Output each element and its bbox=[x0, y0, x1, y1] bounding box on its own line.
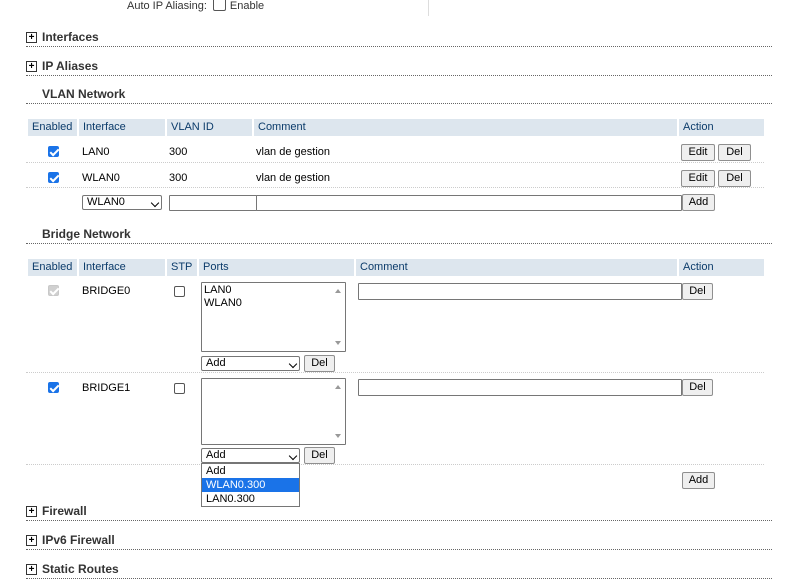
port-del-button[interactable]: Del bbox=[304, 447, 335, 464]
row-divider bbox=[26, 162, 764, 163]
expand-plus-icon[interactable]: + bbox=[26, 564, 37, 575]
dropdown-option[interactable]: Add bbox=[202, 464, 299, 478]
section-title[interactable]: Firewall bbox=[42, 504, 87, 518]
ports-listbox[interactable] bbox=[201, 378, 346, 445]
vlan-header-vlan-id: VLAN ID bbox=[167, 119, 252, 136]
section-title[interactable]: IP Aliases bbox=[42, 59, 98, 73]
section-ip-aliases[interactable]: + IP Aliases bbox=[26, 59, 772, 76]
vlan-interface-select[interactable]: WLAN0 bbox=[82, 195, 162, 210]
port-del-button[interactable]: Del bbox=[304, 355, 335, 372]
bridge-del-button[interactable]: Del bbox=[682, 283, 713, 300]
auto-ip-aliasing-enable-label: Enable bbox=[229, 0, 265, 12]
expand-plus-icon[interactable]: + bbox=[26, 506, 37, 517]
bridge-header-interface: Interface bbox=[79, 259, 165, 276]
vlan-add-button[interactable]: Add bbox=[682, 194, 715, 211]
auto-ip-aliasing: Auto IP Aliasing: Enable bbox=[127, 0, 264, 12]
row-divider bbox=[26, 372, 764, 373]
vlan-id: 300 bbox=[169, 172, 188, 184]
auto-ip-aliasing-row: Auto IP Aliasing: Enable bbox=[0, 0, 805, 16]
chevron-down-icon bbox=[288, 451, 298, 461]
scroll-up-icon[interactable] bbox=[335, 385, 341, 389]
select-value: Add bbox=[206, 357, 226, 369]
select-value: Add bbox=[206, 449, 226, 461]
auto-ip-aliasing-checkbox[interactable] bbox=[212, 0, 226, 11]
section-interfaces[interactable]: + Interfaces bbox=[26, 30, 772, 47]
vlan-header-action: Action bbox=[679, 119, 764, 136]
vlan-id: 300 bbox=[169, 146, 188, 158]
scroll-down-icon[interactable] bbox=[335, 434, 341, 438]
bridge-enabled-checkbox[interactable] bbox=[48, 382, 59, 393]
bridge-header-action: Action bbox=[679, 259, 764, 276]
port-option[interactable]: WLAN0 bbox=[204, 297, 242, 309]
vlan-enabled-checkbox[interactable] bbox=[48, 172, 59, 183]
section-firewall[interactable]: + Firewall bbox=[26, 504, 772, 521]
chevron-down-icon bbox=[288, 359, 298, 369]
vlan-comment-input[interactable] bbox=[256, 195, 682, 211]
ports-add-select[interactable]: Add bbox=[201, 448, 300, 463]
section-vlan-network: VLAN Network bbox=[26, 87, 772, 104]
edit-button[interactable]: Edit bbox=[681, 144, 715, 161]
bridge-interface: BRIDGE1 bbox=[82, 382, 131, 394]
vlan-id-input[interactable] bbox=[169, 195, 257, 211]
bridge-add-button[interactable]: Add bbox=[682, 472, 715, 489]
row-divider bbox=[26, 187, 764, 188]
del-button[interactable]: Del bbox=[718, 144, 751, 161]
auto-ip-aliasing-label: Auto IP Aliasing: bbox=[127, 0, 207, 12]
section-title[interactable]: Interfaces bbox=[42, 30, 99, 44]
scroll-down-icon[interactable] bbox=[335, 341, 341, 345]
ports-add-select[interactable]: Add bbox=[201, 356, 300, 371]
section-static-routes[interactable]: + Static Routes bbox=[26, 562, 772, 579]
scroll-up-icon[interactable] bbox=[335, 289, 341, 293]
vlan-comment: vlan de gestion bbox=[256, 172, 330, 184]
expand-plus-icon[interactable]: + bbox=[26, 535, 37, 546]
section-title: Bridge Network bbox=[42, 227, 131, 241]
bridge-comment-input[interactable] bbox=[358, 283, 682, 300]
dropdown-option-selected[interactable]: WLAN0.300 bbox=[202, 478, 299, 492]
vlan-interface: WLAN0 bbox=[82, 172, 120, 184]
vlan-header-comment: Comment bbox=[254, 119, 677, 136]
ports-listbox[interactable]: LAN0 WLAN0 bbox=[201, 282, 346, 352]
section-title: VLAN Network bbox=[42, 87, 126, 101]
vlan-header-interface: Interface bbox=[79, 119, 165, 136]
bridge-header-comment: Comment bbox=[356, 259, 677, 276]
select-value: WLAN0 bbox=[87, 196, 125, 208]
bridge-comment-input[interactable] bbox=[358, 379, 682, 396]
row-divider bbox=[26, 464, 764, 465]
vlan-header-enabled: Enabled bbox=[28, 119, 77, 136]
ports-add-dropdown[interactable]: Add WLAN0.300 LAN0.300 bbox=[201, 463, 300, 507]
bridge-del-button[interactable]: Del bbox=[682, 379, 713, 396]
edit-button[interactable]: Edit bbox=[681, 170, 715, 187]
stp-checkbox[interactable] bbox=[174, 383, 185, 394]
vlan-comment: vlan de gestion bbox=[256, 146, 330, 158]
bridge-header-stp: STP bbox=[167, 259, 197, 276]
section-bridge-network: Bridge Network bbox=[26, 227, 772, 244]
stp-checkbox[interactable] bbox=[174, 286, 185, 297]
bridge-header-enabled: Enabled bbox=[28, 259, 77, 276]
bridge-enabled-checkbox bbox=[48, 285, 59, 296]
section-ipv6-firewall[interactable]: + IPv6 Firewall bbox=[26, 533, 772, 550]
port-option[interactable]: LAN0 bbox=[204, 284, 232, 296]
bridge-interface: BRIDGE0 bbox=[82, 285, 131, 297]
chevron-down-icon bbox=[150, 198, 160, 208]
vlan-interface: LAN0 bbox=[82, 146, 110, 158]
expand-plus-icon[interactable]: + bbox=[26, 61, 37, 72]
del-button[interactable]: Del bbox=[718, 170, 751, 187]
dropdown-option[interactable]: LAN0.300 bbox=[202, 492, 299, 506]
section-title[interactable]: IPv6 Firewall bbox=[42, 533, 115, 547]
expand-plus-icon[interactable]: + bbox=[26, 32, 37, 43]
vlan-enabled-checkbox[interactable] bbox=[48, 146, 59, 157]
divider bbox=[428, 0, 429, 16]
bridge-header-ports: Ports bbox=[199, 259, 354, 276]
section-title[interactable]: Static Routes bbox=[42, 562, 119, 576]
